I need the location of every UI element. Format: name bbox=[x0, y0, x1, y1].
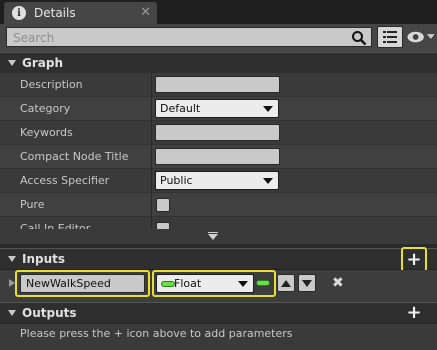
compact-node-title-field[interactable] bbox=[155, 148, 280, 165]
property-label: Pure bbox=[20, 198, 45, 211]
graph-section-title: Graph bbox=[22, 56, 63, 70]
outputs-section-title: Outputs bbox=[22, 306, 77, 320]
chevron-down-icon bbox=[208, 234, 218, 240]
graph-properties: Description Category Default Keywords Co… bbox=[0, 73, 437, 241]
property-row-description: Description bbox=[0, 73, 437, 97]
collapse-arrow-icon bbox=[8, 310, 16, 316]
category-value: Default bbox=[160, 102, 201, 115]
visibility-button[interactable] bbox=[407, 28, 435, 46]
outputs-empty-message: Please press the + icon above to add par… bbox=[0, 325, 437, 350]
pin-type-icon bbox=[256, 280, 270, 286]
delete-parameter-button[interactable]: ✖ bbox=[332, 275, 344, 291]
advanced-expander[interactable] bbox=[0, 229, 437, 245]
input-parameter-row: NewWalkSpeed Float ✖ bbox=[0, 270, 437, 298]
property-label: Access Specifier bbox=[20, 174, 110, 187]
column-splitter[interactable] bbox=[151, 169, 152, 193]
tab-bar: i Details ✕ bbox=[0, 0, 437, 24]
column-splitter[interactable] bbox=[151, 97, 152, 121]
search-placeholder: Search bbox=[13, 31, 55, 45]
property-row-keywords: Keywords bbox=[0, 121, 437, 145]
collapse-arrow-icon bbox=[8, 256, 16, 262]
graph-section-header[interactable]: Graph bbox=[0, 52, 437, 74]
access-specifier-value: Public bbox=[160, 174, 193, 187]
dropdown-caret-icon bbox=[263, 106, 273, 112]
expand-advanced-icon bbox=[208, 232, 218, 233]
parameter-type-dropdown[interactable]: Float bbox=[156, 274, 254, 293]
add-input-button[interactable]: + bbox=[401, 247, 427, 272]
column-splitter[interactable] bbox=[151, 121, 152, 145]
details-panel: Search Graph Description Category Defaul… bbox=[0, 24, 437, 350]
property-label: Keywords bbox=[20, 126, 73, 139]
move-up-button[interactable] bbox=[277, 274, 295, 292]
access-specifier-dropdown[interactable]: Public bbox=[155, 171, 279, 190]
column-splitter[interactable] bbox=[151, 193, 152, 217]
search-input[interactable]: Search bbox=[6, 27, 372, 47]
view-options-button[interactable] bbox=[377, 26, 403, 48]
inputs-section-title: Inputs bbox=[22, 252, 66, 266]
column-splitter[interactable] bbox=[151, 73, 152, 97]
parameter-name-field[interactable]: NewWalkSpeed bbox=[20, 274, 145, 293]
move-down-button[interactable] bbox=[298, 274, 316, 292]
view-options-icon bbox=[383, 31, 397, 43]
inputs-section-header[interactable]: Inputs bbox=[0, 248, 437, 270]
property-label: Description bbox=[20, 78, 83, 91]
arrow-up-icon bbox=[281, 280, 291, 287]
collapse-arrow-icon bbox=[8, 60, 16, 66]
close-icon[interactable]: ✕ bbox=[140, 5, 151, 20]
eye-icon bbox=[407, 31, 424, 43]
dropdown-caret-icon bbox=[238, 281, 248, 287]
property-row-category: Category Default bbox=[0, 97, 437, 121]
property-row-access-specifier: Access Specifier Public bbox=[0, 169, 437, 193]
property-row-compact-node-title: Compact Node Title bbox=[0, 145, 437, 169]
search-row: Search bbox=[0, 24, 437, 52]
search-icon[interactable] bbox=[351, 30, 367, 46]
dropdown-caret-icon bbox=[263, 178, 273, 184]
tab-details[interactable]: i Details ✕ bbox=[4, 2, 157, 24]
pure-checkbox[interactable] bbox=[156, 198, 170, 212]
tab-title: Details bbox=[34, 6, 76, 20]
outputs-section-header[interactable]: Outputs bbox=[0, 302, 437, 324]
float-pin-icon bbox=[161, 281, 175, 287]
chevron-down-icon bbox=[427, 34, 435, 39]
info-icon: i bbox=[12, 6, 26, 20]
description-field[interactable] bbox=[155, 76, 280, 93]
property-label: Category bbox=[20, 102, 71, 115]
category-dropdown[interactable]: Default bbox=[155, 99, 279, 118]
keywords-field[interactable] bbox=[155, 124, 280, 141]
arrow-down-icon bbox=[302, 280, 312, 287]
add-output-button[interactable]: + bbox=[403, 302, 425, 324]
property-row-pure: Pure bbox=[0, 193, 437, 217]
property-label: Compact Node Title bbox=[20, 150, 129, 163]
parameter-type-label: Float bbox=[174, 277, 202, 290]
column-splitter[interactable] bbox=[151, 145, 152, 169]
